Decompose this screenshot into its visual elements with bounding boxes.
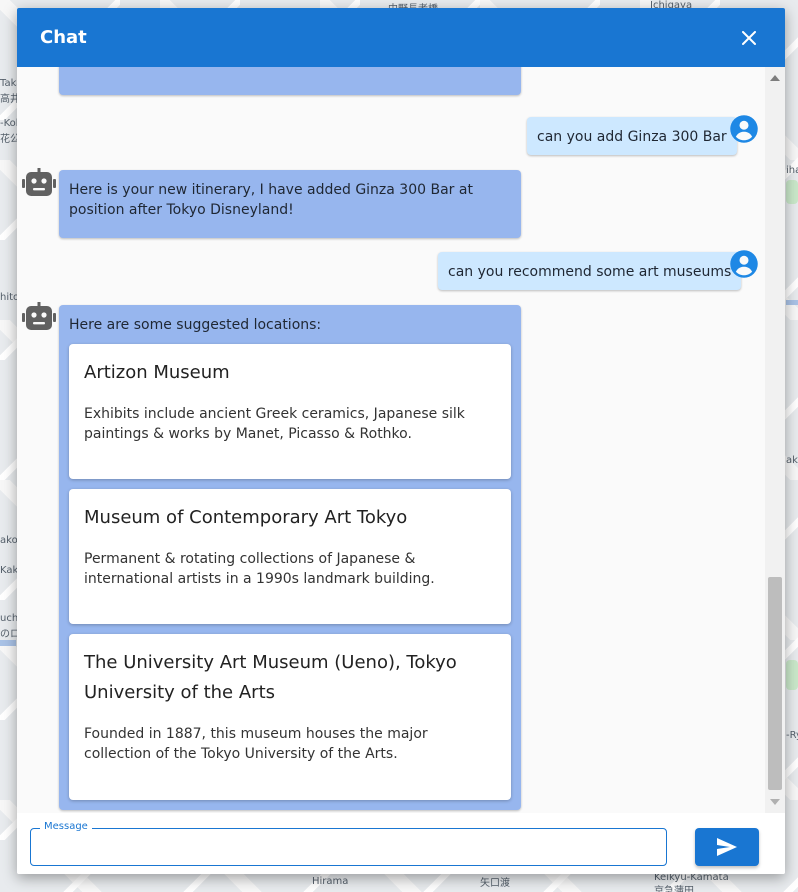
suggestion-title: Artizon Museum	[84, 362, 230, 383]
user-message-text: can you add Ginza 300 Bar	[537, 129, 727, 145]
map-park	[786, 660, 798, 690]
close-icon	[742, 30, 756, 45]
suggestion-card[interactable]: Artizon Museum Exhibits include ancient …	[69, 344, 511, 479]
user-avatar-icon	[730, 250, 758, 278]
user-message-text: can you recommend some art museums	[448, 264, 732, 280]
scrollbar[interactable]	[765, 67, 785, 813]
bot-message-text: Here is your new itinerary, I have added…	[69, 182, 473, 218]
suggestion-title: The University Art Museum (Ueno), Tokyo …	[84, 652, 457, 703]
message-list[interactable]: again can you add Ginza 300 Bar Here is …	[17, 67, 785, 813]
chat-header: Chat	[17, 8, 785, 67]
scroll-up-arrow-icon[interactable]	[770, 75, 780, 81]
suggestion-card[interactable]: Museum of Contemporary Art Tokyo Permane…	[69, 489, 511, 624]
close-button[interactable]	[735, 24, 763, 52]
chat-title: Chat	[40, 27, 87, 48]
bot-message: again	[59, 67, 521, 95]
suggestion-description: Exhibits include ancient Greek ceramics,…	[84, 406, 465, 442]
suggestion-title: Museum of Contemporary Art Tokyo	[84, 507, 408, 528]
message-composer: Message	[17, 813, 785, 874]
bot-message-text: Here are some suggested locations:	[69, 317, 322, 333]
message-field-label: Message	[40, 821, 92, 832]
bot-avatar-icon	[22, 168, 56, 196]
map-label: -Ryo	[786, 730, 798, 741]
chat-dialog: Chat again can you add Ginza 300 Bar	[17, 8, 785, 874]
map-label: ako	[0, 535, 18, 546]
user-message: can you add Ginza 300 Bar	[527, 117, 737, 155]
map-label: Hirama	[312, 876, 349, 887]
suggestion-card[interactable]: The University Art Museum (Ueno), Tokyo …	[69, 634, 511, 800]
map-label: 京急蒲田	[654, 886, 694, 892]
scrollbar-thumb[interactable]	[768, 577, 782, 790]
user-avatar-icon	[730, 115, 758, 143]
map-label: 矢口渡	[480, 878, 510, 889]
map-park	[786, 180, 798, 204]
suggestion-description: Permanent & rotating collections of Japa…	[84, 551, 435, 587]
map-road	[0, 640, 16, 646]
bot-message: Here is your new itinerary, I have added…	[59, 170, 521, 238]
bot-message-suggestions: Here are some suggested locations: Artiz…	[59, 305, 521, 810]
scroll-down-arrow-icon[interactable]	[770, 799, 780, 805]
message-input[interactable]	[31, 829, 666, 865]
user-message: can you recommend some art museums	[438, 252, 742, 290]
bot-avatar-icon	[22, 302, 56, 330]
send-button[interactable]	[695, 828, 759, 866]
suggestion-description: Founded in 1887, this museum houses the …	[84, 726, 428, 762]
send-icon	[717, 838, 737, 856]
map-label: ihara	[786, 165, 798, 176]
map-road	[786, 300, 798, 305]
map-label: ake	[786, 455, 798, 466]
message-field[interactable]: Message	[30, 821, 667, 866]
